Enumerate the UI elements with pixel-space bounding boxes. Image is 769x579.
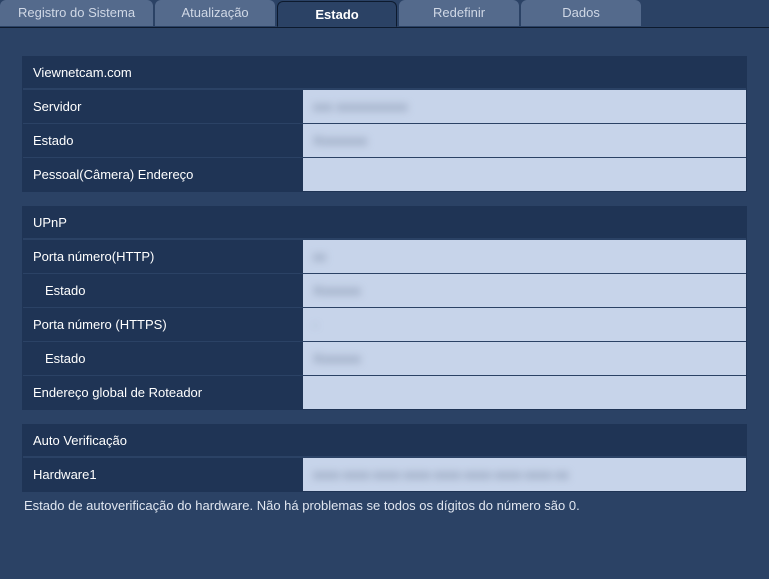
value-https-port: - — [303, 308, 746, 341]
section-header-selfcheck: Auto Verificação — [23, 425, 746, 457]
row-http-port: Porta número(HTTP) xx — [23, 239, 746, 273]
row-hardware1: Hardware1 xxxx-xxxx-xxxx-xxxx-xxxx-xxxx-… — [23, 457, 746, 491]
row-server: Servidor xxx xxxxxxxxxxx — [23, 89, 746, 123]
label-router-address: Endereço global de Roteador — [23, 376, 303, 409]
value-server: xxx xxxxxxxxxxx — [303, 90, 746, 123]
row-http-status: Estado Xxxxxxx — [23, 273, 746, 307]
row-https-port: Porta número (HTTPS) - — [23, 307, 746, 341]
value-http-port: xx — [303, 240, 746, 273]
tab-reset[interactable]: Redefinir — [399, 0, 519, 26]
value-router-address — [303, 376, 746, 409]
tab-bar: Registro do Sistema Atualização Estado R… — [0, 0, 769, 28]
label-server: Servidor — [23, 90, 303, 123]
tab-status[interactable]: Estado — [277, 1, 397, 27]
tab-update[interactable]: Atualização — [155, 0, 275, 26]
section-upnp: UPnP Porta número(HTTP) xx Estado Xxxxxx… — [22, 206, 747, 410]
tab-system-log[interactable]: Registro do Sistema — [0, 0, 153, 26]
value-https-status: Xxxxxxx — [303, 342, 746, 375]
label-http-status: Estado — [23, 274, 303, 307]
section-header-viewnetcam: Viewnetcam.com — [23, 57, 746, 89]
value-vnc-status: Xxxxxxxx — [303, 124, 746, 157]
section-selfcheck: Auto Verificação Hardware1 xxxx-xxxx-xxx… — [22, 424, 747, 492]
value-http-status: Xxxxxxx — [303, 274, 746, 307]
label-https-status: Estado — [23, 342, 303, 375]
value-hardware1: xxxx-xxxx-xxxx-xxxx-xxxx-xxxx-xxxx-xxxx-… — [303, 458, 746, 491]
value-personal-address — [303, 158, 746, 191]
section-viewnetcam: Viewnetcam.com Servidor xxx xxxxxxxxxxx … — [22, 56, 747, 192]
section-header-upnp: UPnP — [23, 207, 746, 239]
label-hardware1: Hardware1 — [23, 458, 303, 491]
row-vnc-status: Estado Xxxxxxxx — [23, 123, 746, 157]
row-https-status: Estado Xxxxxxx — [23, 341, 746, 375]
label-vnc-status: Estado — [23, 124, 303, 157]
label-personal-address: Pessoal(Câmera) Endereço — [23, 158, 303, 191]
row-router-address: Endereço global de Roteador — [23, 375, 746, 409]
content-area: Viewnetcam.com Servidor xxx xxxxxxxxxxx … — [0, 28, 769, 523]
footnote-selfcheck: Estado de autoverificação do hardware. N… — [22, 494, 747, 513]
tab-data[interactable]: Dados — [521, 0, 641, 26]
label-http-port: Porta número(HTTP) — [23, 240, 303, 273]
row-personal-address: Pessoal(Câmera) Endereço — [23, 157, 746, 191]
label-https-port: Porta número (HTTPS) — [23, 308, 303, 341]
